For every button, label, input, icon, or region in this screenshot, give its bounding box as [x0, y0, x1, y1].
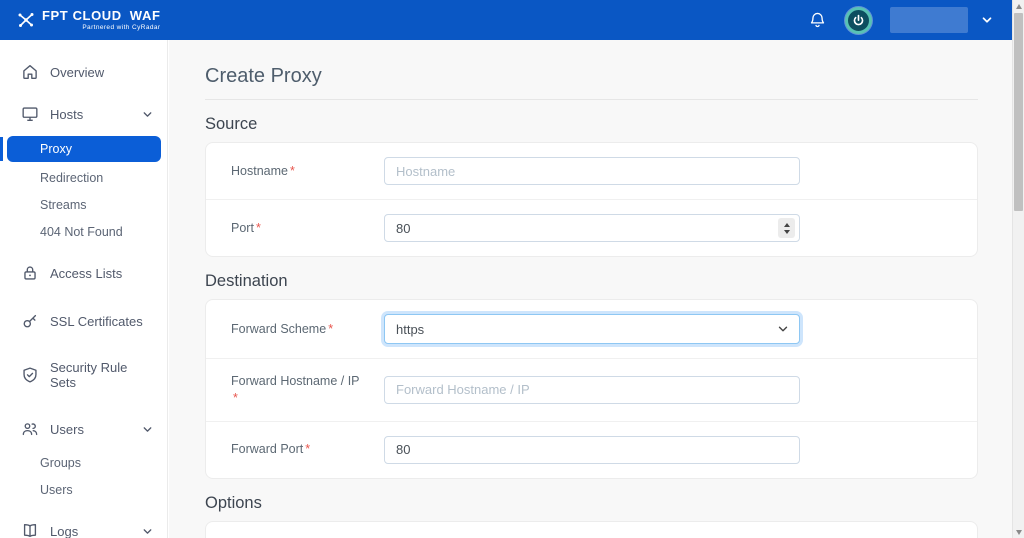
chevron-down-icon: [141, 525, 154, 538]
required-asterisk: *: [305, 442, 310, 456]
chevron-down-icon: [776, 322, 790, 336]
forward-scheme-row: Forward Scheme* https: [206, 300, 977, 358]
lock-icon: [21, 264, 39, 282]
scrollbar-down-arrow[interactable]: [1013, 526, 1024, 538]
sidebar-item-redirection[interactable]: Redirection: [0, 164, 167, 191]
sidebar-item-streams[interactable]: Streams: [0, 191, 167, 218]
sidebar-label-proxy: Proxy: [7, 136, 161, 162]
required-asterisk: *: [256, 221, 261, 235]
sidebar-item-logs[interactable]: Logs: [0, 511, 167, 538]
forward-hostname-input[interactable]: [384, 376, 800, 404]
sidebar-label: SSL Certificates: [50, 314, 143, 329]
app-root: FPT CLOUDWAF Partnered with CyRadar: [0, 0, 1024, 538]
forward-port-input[interactable]: [384, 436, 800, 464]
port-row: Port*: [206, 199, 977, 256]
brand-title: FPT CLOUDWAF: [42, 9, 160, 22]
sidebar-nav: Overview Hosts Proxy Redirection Streams…: [0, 40, 168, 538]
username-redacted[interactable]: [890, 7, 968, 33]
sidebar-item-overview[interactable]: Overview: [0, 52, 167, 92]
forward-hostname-control: [384, 376, 800, 404]
notifications-bell-icon[interactable]: [808, 11, 827, 30]
forward-scheme-control: https: [384, 314, 800, 344]
source-card: Hostname* Port*: [205, 142, 978, 257]
sidebar-item-404-not-found[interactable]: 404 Not Found: [0, 218, 167, 245]
scrollbar-up-arrow[interactable]: [1013, 0, 1024, 12]
sidebar-item-users-sub[interactable]: Users: [0, 476, 167, 503]
main-content: Create Proxy Source Hostname* Port*: [169, 40, 1012, 538]
sidebar-item-proxy[interactable]: Proxy: [7, 136, 161, 162]
sidebar-label: Hosts: [50, 107, 83, 122]
forward-port-control: [384, 436, 800, 464]
section-heading-source: Source: [205, 115, 978, 134]
hostname-row: Hostname*: [206, 143, 977, 199]
sidebar-item-ssl-certificates[interactable]: SSL Certificates: [0, 301, 167, 341]
network-logo-icon: [16, 10, 36, 30]
chevron-down-icon: [141, 423, 154, 436]
top-header: FPT CLOUDWAF Partnered with CyRadar: [0, 0, 1012, 40]
sidebar-label: Access Lists: [50, 266, 122, 281]
sidebar-label: Users: [50, 422, 84, 437]
number-spinner[interactable]: [778, 218, 795, 238]
forward-scheme-label: Forward Scheme*: [231, 321, 384, 338]
scrollbar-thumb[interactable]: [1014, 13, 1023, 211]
page-title: Create Proxy: [205, 65, 978, 88]
vertical-scrollbar[interactable]: [1012, 0, 1024, 538]
hostname-label: Hostname*: [231, 163, 384, 180]
required-asterisk: *: [233, 390, 370, 407]
required-asterisk: *: [328, 322, 333, 336]
section-heading-destination: Destination: [205, 272, 978, 291]
options-card: Cache assets: [205, 521, 978, 538]
forward-port-label: Forward Port*: [231, 441, 384, 458]
sidebar-item-users[interactable]: Users: [0, 409, 167, 449]
sidebar-group-hosts: Hosts Proxy Redirection Streams 404 Not …: [0, 94, 167, 245]
sidebar-item-access-lists[interactable]: Access Lists: [0, 253, 167, 293]
user-menu-chevron-down-icon[interactable]: [980, 13, 994, 27]
shield-check-icon: [21, 366, 39, 384]
sidebar-label: Overview: [50, 65, 104, 80]
book-icon: [21, 522, 39, 538]
monitor-icon: [21, 105, 39, 123]
brand-logo[interactable]: FPT CLOUDWAF Partnered with CyRadar: [16, 9, 160, 32]
users-icon: [21, 420, 39, 438]
cache-assets-row: Cache assets: [206, 522, 977, 538]
key-icon: [21, 312, 39, 330]
required-asterisk: *: [290, 164, 295, 178]
port-label: Port*: [231, 220, 384, 237]
forward-port-row: Forward Port*: [206, 421, 977, 478]
user-avatar-power-icon[interactable]: [845, 7, 872, 34]
brand-text: FPT CLOUDWAF Partnered with CyRadar: [42, 9, 160, 32]
sidebar-label: Security Rule Sets: [50, 360, 153, 390]
forward-hostname-row: Forward Hostname / IP*: [206, 358, 977, 421]
hostname-control: [384, 157, 800, 185]
forward-hostname-label: Forward Hostname / IP*: [231, 373, 384, 407]
chevron-down-icon: [141, 108, 154, 121]
sidebar-item-hosts[interactable]: Hosts: [0, 94, 167, 134]
sidebar-group-users: Users Groups Users: [0, 409, 167, 503]
port-input[interactable]: [384, 214, 800, 242]
section-heading-options: Options: [205, 494, 978, 513]
forward-scheme-select[interactable]: https: [384, 314, 800, 344]
header-actions: [808, 7, 994, 34]
port-control: [384, 214, 800, 242]
home-icon: [21, 63, 39, 81]
hostname-input[interactable]: [384, 157, 800, 185]
sidebar-group-logs: Logs Audit Security Forwarder: [0, 511, 167, 538]
sidebar-item-security-rule-sets[interactable]: Security Rule Sets: [0, 349, 167, 401]
title-divider: [205, 99, 978, 100]
destination-card: Forward Scheme* https Forward Hostname /…: [205, 299, 978, 479]
brand-subtitle: Partnered with CyRadar: [82, 25, 160, 32]
sidebar-label: Logs: [50, 524, 78, 538]
active-indicator-bar: [0, 137, 3, 161]
sidebar-item-groups[interactable]: Groups: [0, 449, 167, 476]
